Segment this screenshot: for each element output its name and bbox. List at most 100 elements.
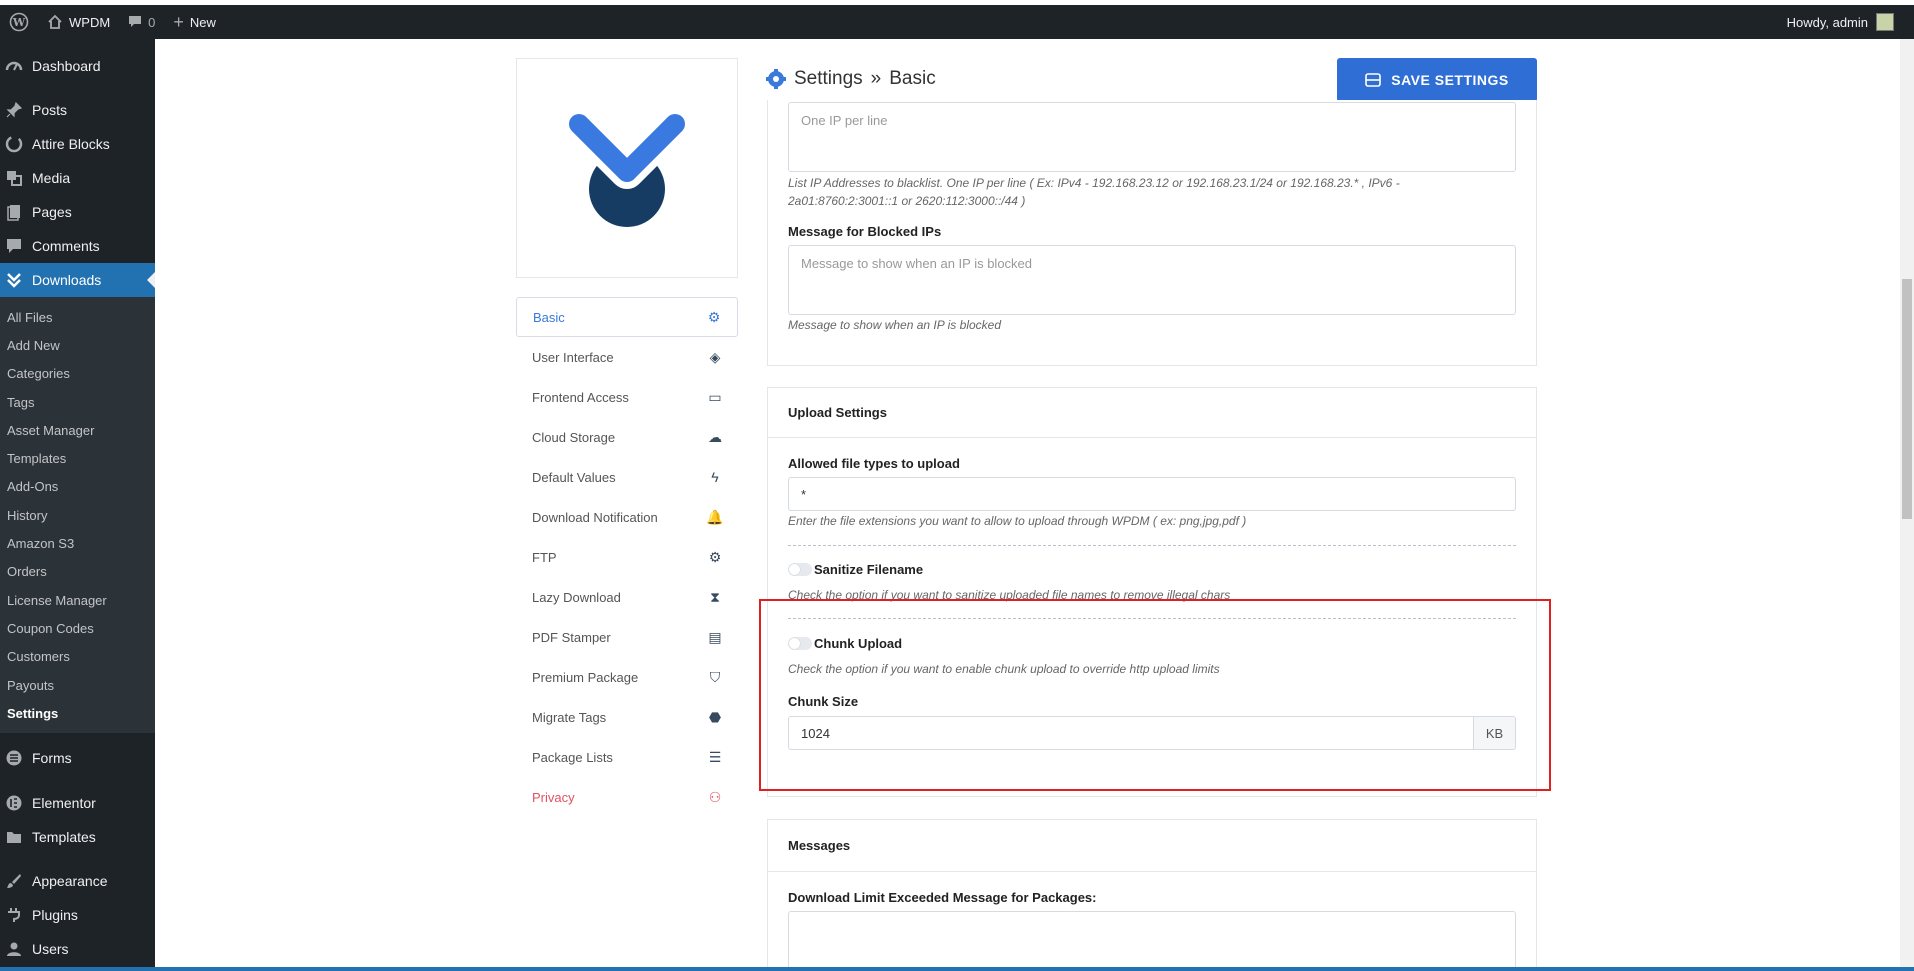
comments-link[interactable]: 0 xyxy=(119,5,164,39)
submenu-add-ons[interactable]: Add-Ons xyxy=(0,473,155,501)
svg-text:W: W xyxy=(12,16,26,29)
limit-message-label: Download Limit Exceeded Message for Pack… xyxy=(788,890,1097,905)
limit-message-textarea[interactable] xyxy=(788,911,1516,971)
nav-ftp[interactable]: FTP ⚙ xyxy=(516,537,738,577)
submenu-settings[interactable]: Settings xyxy=(0,699,155,727)
nav-default-values[interactable]: Default Values ϟ xyxy=(516,457,738,497)
blacklist-placeholder: One IP per line xyxy=(801,113,888,128)
elementor-icon xyxy=(4,793,24,813)
basket-icon: ⛉ xyxy=(709,668,721,685)
nav-download-notification[interactable]: Download Notification 🔔 xyxy=(516,497,738,537)
wp-logo-button[interactable]: W xyxy=(0,5,38,39)
allowed-types-input[interactable]: * xyxy=(788,477,1516,511)
forms-icon xyxy=(4,748,24,768)
blocked-message-hint: Message to show when an IP is blocked xyxy=(788,318,1002,332)
menu-label: Elementor xyxy=(32,795,96,812)
blacklist-hint: List IP Addresses to blacklist. One IP p… xyxy=(788,174,1528,210)
plugin-icon xyxy=(4,905,24,925)
title-subtitle: Basic xyxy=(889,68,936,89)
menu-forms[interactable]: Forms xyxy=(0,741,155,775)
downloads-submenu: All Files Add New Categories Tags Asset … xyxy=(0,297,155,734)
new-content-link[interactable]: + New xyxy=(164,5,225,39)
menu-attire-blocks[interactable]: Attire Blocks xyxy=(0,127,155,161)
submenu-orders[interactable]: Orders xyxy=(0,558,155,586)
menu-users[interactable]: Users xyxy=(0,932,155,966)
submenu-add-new[interactable]: Add New xyxy=(0,331,155,359)
blacklist-hint-line-1: List IP Addresses to blacklist. One IP p… xyxy=(788,176,1400,190)
menu-templates[interactable]: Templates xyxy=(0,820,155,854)
my-account[interactable]: Howdy, admin xyxy=(1787,13,1914,31)
submenu-coupon-codes[interactable]: Coupon Codes xyxy=(0,614,155,642)
nav-premium-package[interactable]: Premium Package ⛉ xyxy=(516,657,738,697)
menu-plugins[interactable]: Plugins xyxy=(0,898,155,932)
blacklist-hint-line-2: 2a01:8760:2:3001::1 or 2620:112:3000::/4… xyxy=(788,194,1026,208)
nav-pdf-stamper[interactable]: PDF Stamper ▤ xyxy=(516,617,738,657)
submenu-all-files[interactable]: All Files xyxy=(0,303,155,331)
save-settings-button[interactable]: SAVE SETTINGS xyxy=(1337,58,1537,102)
nav-label: Frontend Access xyxy=(532,389,629,405)
nav-privacy[interactable]: Privacy ⚇ xyxy=(516,777,738,817)
menu-label: Posts xyxy=(32,102,68,118)
submenu-tags[interactable]: Tags xyxy=(0,388,155,416)
submenu-license-manager[interactable]: License Manager xyxy=(0,586,155,614)
menu-elementor[interactable]: Elementor xyxy=(0,786,155,820)
nav-frontend-access[interactable]: Frontend Access ▭ xyxy=(516,377,738,417)
nav-label: Privacy xyxy=(532,789,575,805)
blocked-message-textarea[interactable]: Message to show when an IP is blocked xyxy=(788,245,1516,315)
menu-comments[interactable]: Comments xyxy=(0,229,155,263)
highlight-box xyxy=(759,599,1551,791)
nav-label: Package Lists xyxy=(532,749,613,765)
nav-user-interface[interactable]: User Interface ◈ xyxy=(516,337,738,377)
nav-label: Basic xyxy=(533,309,565,325)
settings-nav: Basic ⚙ User Interface ◈ Frontend Access ▭ … xyxy=(516,297,738,817)
menu-label: Comments xyxy=(32,238,100,254)
menu-posts[interactable]: Posts xyxy=(0,93,155,127)
nav-cloud-storage[interactable]: Cloud Storage ☁ xyxy=(516,417,738,457)
site-name-link[interactable]: WPDM xyxy=(38,5,119,39)
submenu-templates[interactable]: Templates xyxy=(0,444,155,472)
submenu-customers[interactable]: Customers xyxy=(0,643,155,671)
downloads-icon xyxy=(4,270,24,290)
menu-pages[interactable]: Pages xyxy=(0,195,155,229)
menu-appearance[interactable]: Appearance xyxy=(0,864,155,898)
dashboard-icon xyxy=(4,56,24,76)
menu-label: Pages xyxy=(32,204,72,220)
page-title: Settings » Basic xyxy=(766,68,936,90)
comment-bubble-icon xyxy=(129,16,142,27)
brush-icon xyxy=(4,871,24,891)
ip-blacklist-textarea[interactable]: One IP per line xyxy=(788,102,1516,172)
scrollbar-thumb[interactable] xyxy=(1902,279,1912,519)
upload-settings-heading: Upload Settings xyxy=(768,388,1536,438)
sanitize-filename-toggle[interactable] xyxy=(788,563,812,576)
gear-icon: ⚙ xyxy=(707,308,721,325)
folder-icon xyxy=(4,827,24,847)
title-separator: » xyxy=(870,68,882,89)
submenu-categories[interactable]: Categories xyxy=(0,360,155,388)
submenu-history[interactable]: History xyxy=(0,501,155,529)
blocked-message-label: Message for Blocked IPs xyxy=(788,224,942,239)
menu-dashboard[interactable]: Dashboard xyxy=(0,49,155,83)
nav-basic[interactable]: Basic ⚙ xyxy=(516,297,738,337)
pages-icon xyxy=(4,202,24,222)
menu-label: Forms xyxy=(32,750,72,767)
menu-downloads[interactable]: Downloads xyxy=(0,263,155,297)
nav-label: FTP xyxy=(532,549,557,565)
nav-label: Lazy Download xyxy=(532,589,621,605)
list-icon: ☰ xyxy=(708,748,722,765)
menu-label: Appearance xyxy=(32,873,108,890)
nav-migrate-tags[interactable]: Migrate Tags ⬣ xyxy=(516,697,738,737)
nav-label: User Interface xyxy=(532,349,614,365)
wpdm-logo xyxy=(562,107,692,227)
page-scrollbar[interactable] xyxy=(1900,39,1914,971)
user-icon xyxy=(4,939,24,959)
tags-icon: ⬣ xyxy=(708,708,722,725)
menu-label: Attire Blocks xyxy=(32,136,110,152)
nav-label: Migrate Tags xyxy=(532,709,607,725)
submenu-payouts[interactable]: Payouts xyxy=(0,671,155,699)
menu-media[interactable]: Media xyxy=(0,161,155,195)
nav-lazy-download[interactable]: Lazy Download ⧗ xyxy=(516,577,738,617)
submenu-amazon-s3[interactable]: Amazon S3 xyxy=(0,529,155,557)
save-icon xyxy=(1365,73,1382,87)
submenu-asset-manager[interactable]: Asset Manager xyxy=(0,416,155,444)
nav-package-lists[interactable]: Package Lists ☰ xyxy=(516,737,738,777)
